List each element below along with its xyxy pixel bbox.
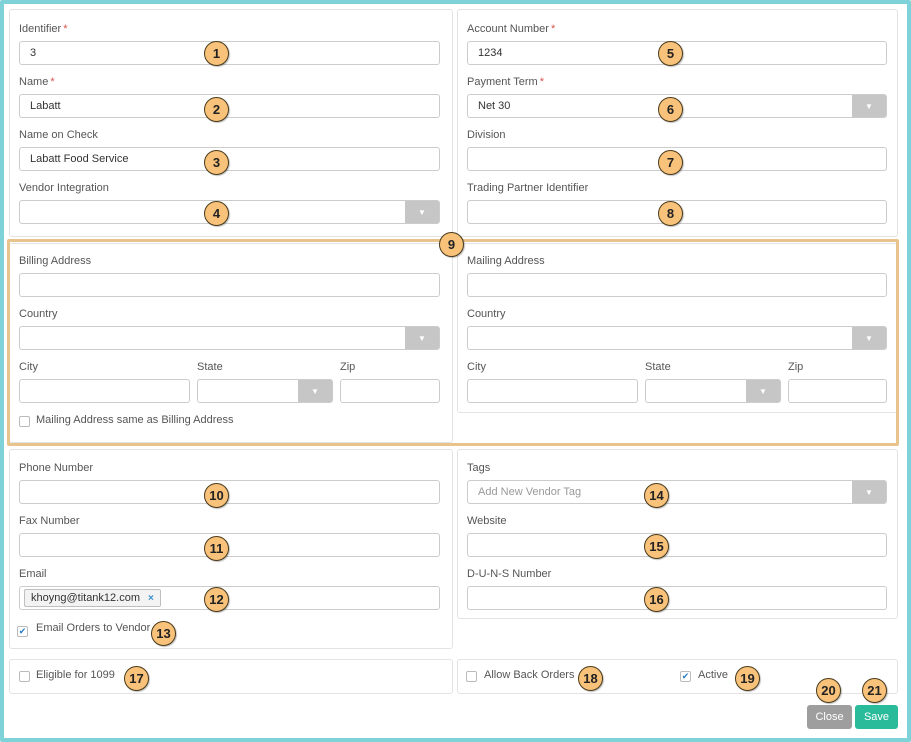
email-orders-label: Email Orders to Vendor (36, 622, 151, 634)
identifier-input[interactable]: 3 (19, 41, 440, 65)
allow-back-orders-checkbox[interactable] (466, 671, 477, 682)
callout-badge: 12 (204, 587, 229, 612)
fax-label: Fax Number (19, 515, 80, 527)
phone-input[interactable] (19, 480, 440, 504)
save-button[interactable]: Save (855, 705, 898, 729)
dialog-frame: Identifier * 3 Name * Labatt Name on Check… (0, 0, 911, 742)
callout-badge: 10 (204, 483, 229, 508)
callout-badge: 15 (644, 534, 669, 559)
address-highlight-box (7, 239, 899, 446)
tags-label: Tags (467, 462, 491, 474)
name-on-check-input[interactable]: Labatt Food Service (19, 147, 440, 171)
name-input[interactable]: Labatt (19, 94, 440, 118)
email-label: Email (19, 568, 47, 580)
division-label: Division (467, 129, 506, 141)
callout-badge: 20 (816, 678, 841, 703)
callout-badge: 6 (658, 97, 683, 122)
callout-badge: 5 (658, 41, 683, 66)
callout-badge: 9 (439, 232, 464, 257)
callout-badge: 14 (644, 483, 669, 508)
fax-input[interactable] (19, 533, 440, 557)
eligible-1099-label: Eligible for 1099 (36, 669, 115, 681)
callout-badge: 4 (204, 201, 229, 226)
account-number-label: Account Number * (467, 23, 556, 35)
callout-badge: 3 (204, 150, 229, 175)
chevron-down-icon[interactable]: ▼ (852, 481, 886, 503)
phone-label: Phone Number (19, 462, 93, 474)
payment-term-value: Net 30 (478, 100, 511, 112)
tags-placeholder: Add New Vendor Tag (478, 486, 582, 498)
callout-badge: 1 (204, 41, 229, 66)
email-tag-text: khoyng@titank12.com (31, 592, 141, 604)
allow-back-orders-label: Allow Back Orders (484, 669, 575, 681)
active-label: Active (698, 669, 728, 681)
trading-partner-label: Trading Partner Identifier (467, 182, 589, 194)
callout-badge: 18 (578, 666, 603, 691)
chevron-down-icon[interactable]: ▼ (852, 95, 886, 117)
remove-tag-icon[interactable]: × (148, 593, 154, 604)
identifier-label: Identifier * (19, 23, 68, 35)
duns-label: D-U-N-S Number (467, 568, 552, 580)
payment-term-label: Payment Term * (467, 76, 544, 88)
callout-badge: 2 (204, 97, 229, 122)
chevron-down-icon[interactable]: ▼ (405, 201, 439, 223)
callout-badge: 7 (658, 150, 683, 175)
callout-badge: 17 (124, 666, 149, 691)
duns-input[interactable] (467, 586, 887, 610)
website-input[interactable] (467, 533, 887, 557)
close-button[interactable]: Close (807, 705, 852, 729)
callout-badge: 16 (644, 587, 669, 612)
email-tag: khoyng@titank12.com × (24, 589, 161, 607)
active-checkbox[interactable]: ✔ (680, 671, 691, 682)
callout-badge: 13 (151, 621, 176, 646)
email-orders-checkbox[interactable]: ✔ (17, 626, 28, 637)
vendor-integration-label: Vendor Integration (19, 182, 109, 194)
tags-select[interactable]: Add New Vendor Tag ▼ (467, 480, 887, 504)
website-label: Website (467, 515, 507, 527)
eligible-1099-checkbox[interactable] (19, 671, 30, 682)
callout-badge: 19 (735, 666, 760, 691)
name-on-check-label: Name on Check (19, 129, 98, 141)
vendor-integration-select[interactable]: ▼ (19, 200, 440, 224)
callout-badge: 21 (862, 678, 887, 703)
callout-badge: 11 (204, 536, 229, 561)
name-label: Name * (19, 76, 55, 88)
callout-badge: 8 (658, 201, 683, 226)
